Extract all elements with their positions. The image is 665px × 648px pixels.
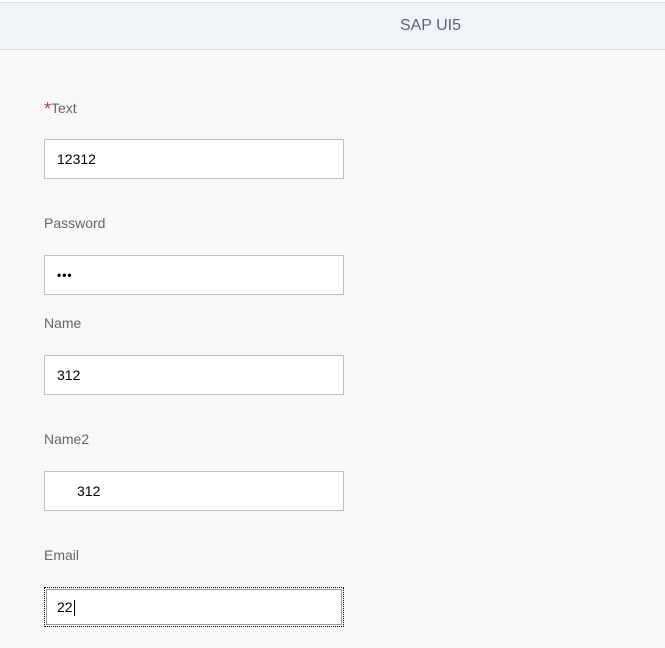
password-input[interactable]: ••• (44, 255, 344, 295)
email-input[interactable]: 22 (44, 587, 344, 627)
text-label: *Text (44, 97, 77, 119)
name-input[interactable]: 312 (44, 355, 344, 395)
name2-label: Name2 (44, 431, 90, 447)
page-header: SAP UI5 (0, 2, 665, 50)
email-input-value: 22 (57, 599, 73, 615)
page-title: SAP UI5 (399, 17, 462, 34)
form-content: *Text 12312 Password ••• Name 312 Name2 … (0, 50, 665, 648)
email-label: Email (44, 547, 80, 563)
name2-input[interactable]: 312 (44, 471, 344, 511)
text-input[interactable]: 12312 (44, 139, 344, 179)
text-caret (73, 600, 75, 617)
name-label: Name (44, 315, 82, 331)
required-marker: * (44, 99, 52, 119)
text-label-text: Text (51, 100, 77, 116)
password-label: Password (44, 215, 106, 231)
